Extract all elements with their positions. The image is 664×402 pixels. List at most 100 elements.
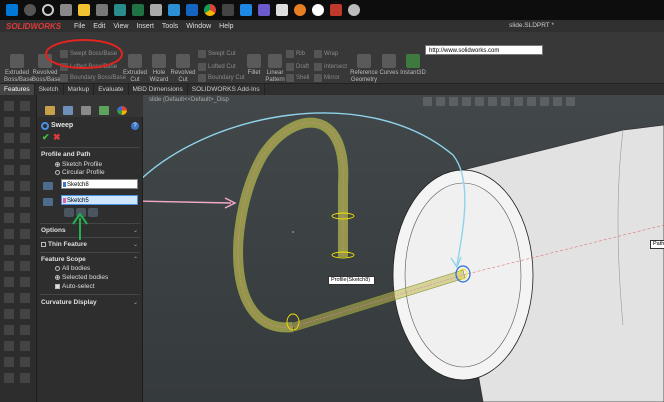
app-icon[interactable] [222, 4, 234, 16]
profile-selection-field[interactable]: Sketch8 [61, 179, 138, 189]
app-icon[interactable] [330, 4, 342, 16]
feature-tree-tab-icon[interactable] [45, 106, 55, 115]
fillet-button[interactable]: Fillet [244, 54, 264, 77]
help-icon[interactable]: ? [131, 122, 139, 130]
tool-icon[interactable] [20, 245, 30, 255]
store-icon[interactable] [96, 4, 108, 16]
app-icon[interactable] [186, 4, 198, 16]
tool-icon[interactable] [4, 133, 14, 143]
expand-icon[interactable]: ⌄ [133, 241, 138, 248]
property-manager-tab-icon[interactable] [63, 106, 73, 115]
url-field[interactable]: http://www.solidworks.com [425, 45, 543, 55]
tool-icon[interactable] [20, 181, 30, 191]
tool-icon[interactable] [20, 149, 30, 159]
app-icon[interactable] [258, 4, 270, 16]
linear-pattern-button[interactable]: Linear Pattern [264, 54, 286, 84]
chrome-icon[interactable] [204, 4, 216, 16]
dimxpert-tab-icon[interactable] [99, 106, 109, 115]
tool-icon[interactable] [4, 277, 14, 287]
tool-icon[interactable] [20, 165, 30, 175]
tool-icon[interactable] [4, 229, 14, 239]
all-bodies-radio[interactable]: All bodies [55, 265, 90, 272]
cancel-button[interactable]: ✖ [53, 133, 61, 142]
tool-icon[interactable] [20, 309, 30, 319]
app-icon[interactable] [240, 4, 252, 16]
app-icon[interactable] [312, 4, 324, 16]
ok-button[interactable]: ✔ [42, 133, 50, 142]
hole-wizard-button[interactable]: Hole Wizard [148, 54, 170, 84]
cortana-icon[interactable] [42, 4, 54, 16]
expand-icon[interactable]: ⌄ [133, 299, 138, 306]
tool-icon[interactable] [4, 197, 14, 207]
direction-option-icon[interactable] [88, 208, 98, 217]
draft-button[interactable]: Draft [286, 63, 309, 71]
tab-mbd-dimensions[interactable]: MBD Dimensions [129, 84, 188, 95]
reference-geometry-button[interactable]: Reference Geometry [350, 54, 378, 84]
section-feature-scope[interactable]: Feature Scope [41, 256, 86, 263]
boundary-cut-button[interactable]: Boundary Cut [198, 74, 245, 82]
tool-icon[interactable] [4, 373, 14, 383]
tool-icon[interactable] [20, 373, 30, 383]
tool-icon[interactable] [20, 213, 30, 223]
thin-feature-checkbox[interactable]: Thin Feature [41, 241, 87, 248]
section-profile-and-path[interactable]: Profile and Path [41, 151, 90, 158]
app-icon[interactable] [150, 4, 162, 16]
tool-icon[interactable] [20, 133, 30, 143]
expand-icon[interactable]: ⌄ [133, 227, 138, 234]
tool-icon[interactable] [4, 101, 14, 111]
twist-option-icon[interactable] [64, 208, 74, 217]
revolved-boss-button[interactable]: Revolved Boss/Base [32, 54, 61, 84]
tool-icon[interactable] [4, 261, 14, 271]
extruded-boss-button[interactable]: Extruded Boss/Base [4, 54, 33, 84]
tool-icon[interactable] [4, 181, 14, 191]
tool-icon[interactable] [20, 277, 30, 287]
circular-profile-radio[interactable]: Circular Profile [55, 169, 105, 176]
tool-icon[interactable] [20, 261, 30, 271]
graphics-area[interactable]: slide (Default<<Default>_Disp Profile(Sk… [143, 95, 664, 402]
auto-select-checkbox[interactable]: Auto-select [55, 283, 95, 290]
menu-help[interactable]: Help [215, 23, 237, 30]
tool-icon[interactable] [4, 117, 14, 127]
app-icon[interactable] [294, 4, 306, 16]
boundary-boss-button[interactable]: Boundary Boss/Base [60, 74, 126, 82]
app-icon[interactable] [114, 4, 126, 16]
tool-icon[interactable] [4, 325, 14, 335]
profile-tag[interactable]: Profile(Sketch8) [328, 276, 375, 285]
configuration-tab-icon[interactable] [81, 106, 91, 115]
tool-icon[interactable] [4, 245, 14, 255]
tool-icon[interactable] [20, 325, 30, 335]
sketch-profile-radio[interactable]: Sketch Profile [55, 161, 102, 168]
menu-insert[interactable]: Insert [132, 23, 158, 30]
display-manager-tab-icon[interactable] [117, 106, 127, 115]
file-explorer-icon[interactable] [78, 4, 90, 16]
lofted-cut-button[interactable]: Lofted Cut [198, 63, 236, 71]
tool-icon[interactable] [4, 213, 14, 223]
rib-button[interactable]: Rib [286, 50, 305, 58]
menu-window[interactable]: Window [182, 23, 215, 30]
lofted-boss-button[interactable]: Lofted Boss/Base [60, 63, 117, 71]
tool-icon[interactable] [4, 309, 14, 319]
tool-icon[interactable] [4, 293, 14, 303]
path-selection-field[interactable]: Sketch5 [61, 195, 138, 205]
swept-cut-button[interactable]: Swept Cut [198, 50, 236, 58]
bidirectional-icon[interactable] [76, 208, 86, 217]
path-tag[interactable]: Path [650, 240, 664, 249]
tool-icon[interactable] [4, 357, 14, 367]
tool-icon[interactable] [20, 229, 30, 239]
tab-solidworks-add-ins[interactable]: SOLIDWORKS Add-Ins [188, 84, 265, 95]
extruded-cut-button[interactable]: Extruded Cut [122, 54, 148, 84]
tool-icon[interactable] [4, 341, 14, 351]
swept-boss-button[interactable]: Swept Boss/Base [60, 50, 117, 58]
menu-view[interactable]: View [109, 23, 132, 30]
tool-icon[interactable] [20, 101, 30, 111]
tab-evaluate[interactable]: Evaluate [94, 84, 129, 95]
revolved-cut-button[interactable]: Revolved Cut [170, 54, 196, 84]
menu-tools[interactable]: Tools [158, 23, 182, 30]
tab-sketch[interactable]: Sketch [35, 84, 64, 95]
excel-icon[interactable] [132, 4, 144, 16]
menu-edit[interactable]: Edit [89, 23, 109, 30]
windows-start-icon[interactable] [6, 4, 18, 16]
task-view-icon[interactable] [60, 4, 72, 16]
instant3d-button[interactable]: Instant3D [400, 54, 426, 77]
mirror-button[interactable]: Mirror [314, 74, 340, 82]
